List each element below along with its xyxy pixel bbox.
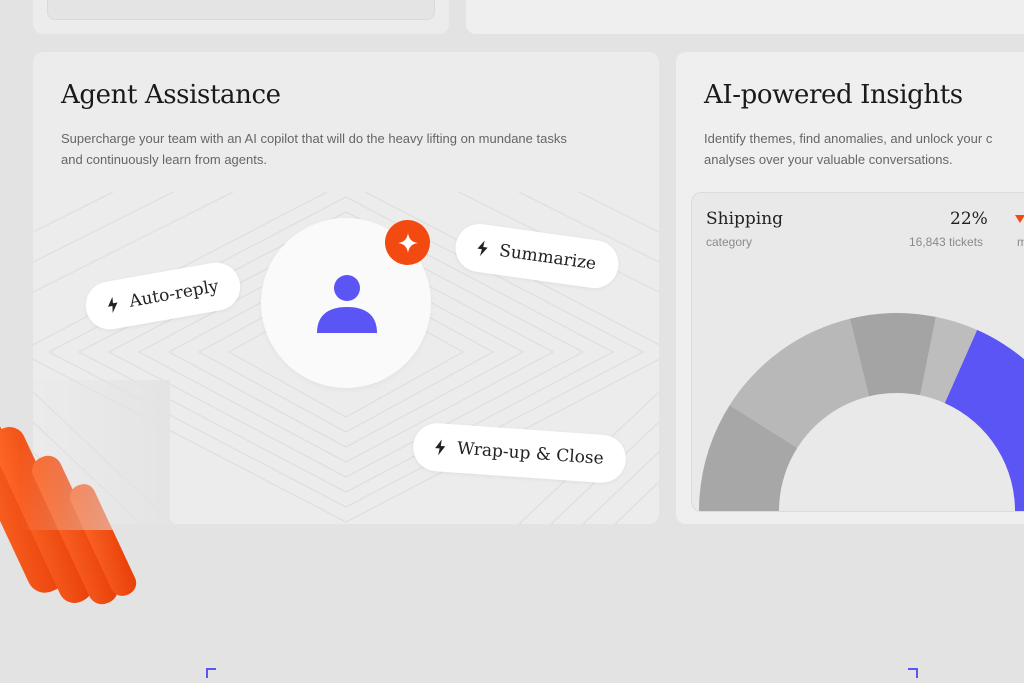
top-left-inner-panel [47,0,435,20]
agent-assistance-title: Agent Assistance [61,80,281,110]
category-stats-card[interactable]: Shipping category 22% 16,843 tickets m [691,192,1024,512]
top-left-card [33,0,449,34]
agent-assistance-description: Supercharge your team with an AI copilot… [61,128,651,170]
ai-insights-title: AI-powered Insights [704,80,963,110]
auto-reply-label: Auto-reply [127,276,221,312]
ai-sparkle-badge [385,220,430,265]
lightning-icon [435,439,446,456]
frame-corner-left [206,668,216,678]
top-right-card [466,0,1024,34]
lightning-icon [108,296,118,314]
agent-description-line-1: Supercharge your team with an AI copilot… [61,131,567,146]
agent-description-line-2: and continuously learn from agents. [61,152,267,167]
sparkle-icon [397,232,418,253]
wrap-up-close-label: Wrap-up & Close [456,438,605,469]
lightning-icon [477,240,488,257]
ai-insights-card: AI-powered Insights Identify themes, fin… [676,52,1024,524]
user-icon [317,275,377,333]
category-donut-chart [699,313,1024,511]
decorative-orange-shape [0,380,170,605]
ai-insights-description: Identify themes, find anomalies, and unl… [704,128,1024,170]
summarize-label: Summarize [497,240,598,275]
frame-corner-right [908,668,918,678]
insights-description-line-1: Identify themes, find anomalies, and unl… [704,131,993,146]
insights-description-line-2: analyses over your valuable conversation… [704,152,953,167]
